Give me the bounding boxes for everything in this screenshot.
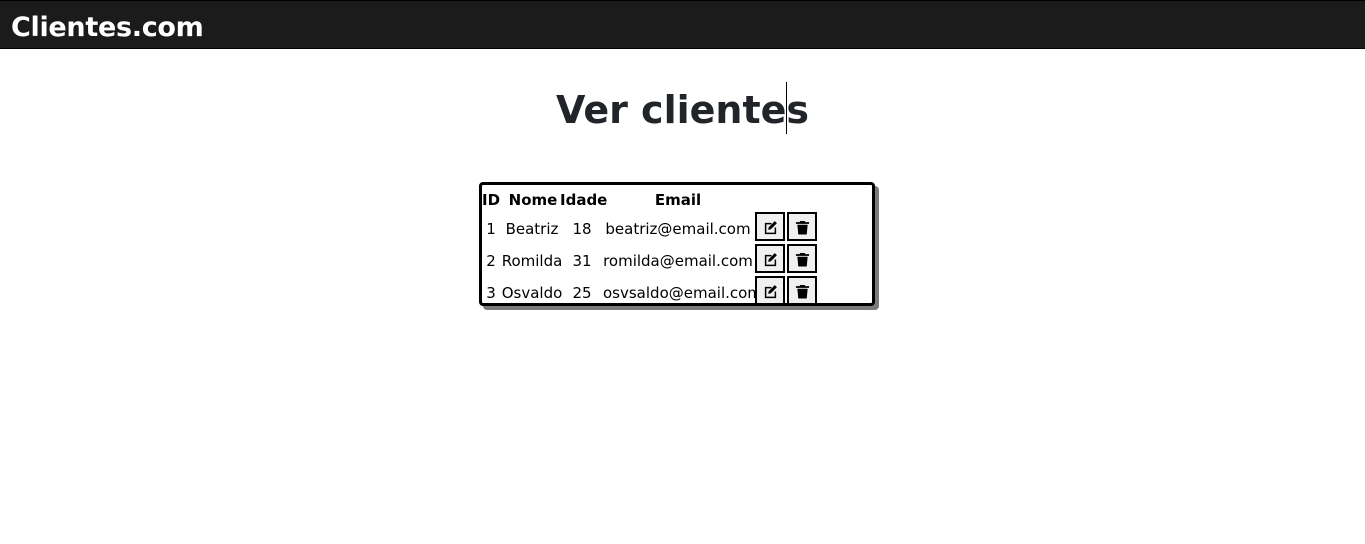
header-age: Idade [560, 191, 608, 209]
header-id: ID [482, 191, 501, 209]
header-email: Email [654, 191, 702, 209]
row-email: osvsaldo@email.com [603, 284, 762, 302]
edit-icon [764, 285, 777, 299]
row-email: romilda@email.com [603, 252, 753, 270]
edit-button[interactable] [755, 212, 785, 241]
row-name: Beatriz [505, 220, 559, 238]
page-title: Ver clientes [555, 88, 810, 132]
trash-icon [795, 284, 810, 299]
row-age: 25 [572, 284, 592, 302]
edit-icon [764, 253, 777, 267]
row-id: 1 [486, 220, 496, 238]
navbar: Clientes.com [0, 0, 1365, 49]
clients-table: ID Nome Idade Email 1 Beatriz 18 beatriz… [479, 182, 875, 306]
edit-button[interactable] [755, 244, 785, 273]
header-name: Nome [508, 191, 558, 209]
delete-button[interactable] [787, 244, 817, 273]
row-age: 18 [572, 220, 592, 238]
edit-icon [764, 221, 777, 235]
brand-link[interactable]: Clientes.com [11, 13, 204, 43]
delete-button[interactable] [787, 212, 817, 241]
trash-icon [795, 220, 810, 235]
row-id: 2 [486, 252, 496, 270]
row-email: beatriz@email.com [605, 220, 751, 238]
delete-button[interactable] [787, 276, 817, 305]
row-name: Osvaldo [501, 284, 563, 302]
text-cursor [786, 82, 787, 134]
trash-icon [795, 252, 810, 267]
edit-button[interactable] [755, 276, 785, 305]
row-age: 31 [572, 252, 592, 270]
row-name: Romilda [501, 252, 563, 270]
row-id: 3 [486, 284, 496, 302]
